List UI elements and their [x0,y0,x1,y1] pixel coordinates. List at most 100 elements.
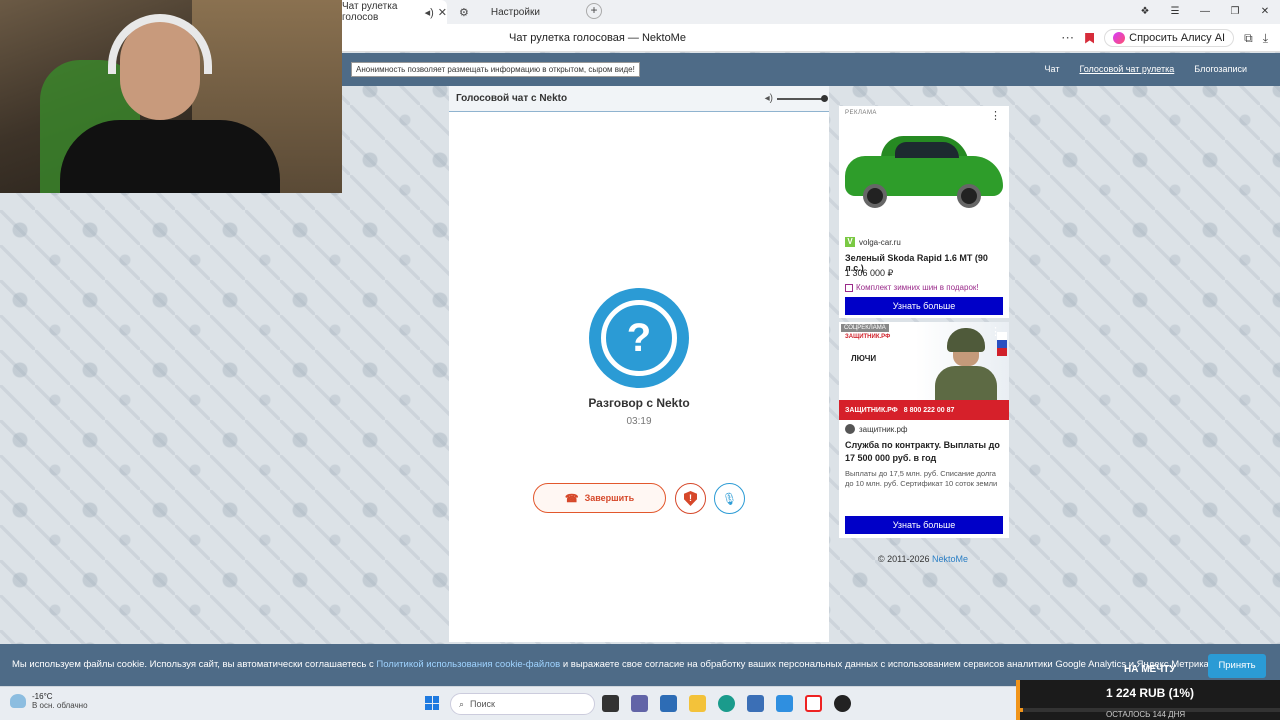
teams-icon[interactable] [631,695,648,712]
yandex-browser-icon[interactable] [805,695,822,712]
volume-slider-knob[interactable] [821,94,828,102]
end-call-label: Завершить [584,493,635,503]
taskbar-search[interactable]: ⌕ Поиск [450,693,595,715]
bookmarks-icon[interactable]: ☰ [1160,0,1190,24]
ask-alisa-button[interactable]: Спросить Алису AI [1104,29,1235,47]
ad-source-label: защитник.рф [859,424,908,434]
cloud-icon [10,694,26,708]
gear-icon: ⚙ [459,6,469,19]
strip-brand: ЗАЩИТНИК.РФ [845,406,898,414]
ad-promo-label: Комплект зимних шин в подарок! [856,283,979,292]
close-window-icon[interactable]: ✕ [1250,0,1280,24]
partner-avatar: ? [589,288,689,388]
ad-source: V volga-car.ru [845,237,901,247]
ad-brand-small: ЗАЩИТНИК.РФ [845,334,891,340]
donation-progress-fill [1020,708,1023,712]
minimize-icon[interactable]: — [1190,0,1220,24]
chat-header: Голосовой чат с Nekto ◂) [449,86,829,112]
alisa-icon [1113,32,1126,44]
bookmark-icon[interactable] [1085,32,1095,44]
cookie-text-after: и выражаете свое согласие на обработку в… [562,659,1212,670]
copyright-text: © 2011-2026 [878,554,930,564]
banner-word: ЛЮЧИ [851,354,877,363]
monitor-app-icon[interactable] [747,695,764,712]
ad-social[interactable]: СОЦРЕКЛАМА ЗАЩИТНИК.РФ ЛЮЧИ ЗАЩИТНИК.РФ … [839,322,1009,538]
accept-cookies-button[interactable]: Принять [1208,654,1266,678]
taskbar-search-placeholder: Поиск [470,699,495,709]
talk-timer: 03:19 [626,416,652,427]
tab-settings-label: Настройки [490,6,540,18]
arrow-circle-icon [845,424,855,434]
hang-up-icon: ☎ [564,492,579,505]
voice-chat-panel: Голосовой чат с Nekto ◂) ? Разговор с Ne… [449,86,829,642]
donation-widget: НА МЕЧТУ 1 224 RUB (1%) ОСТАЛОСЬ 144 ДНЯ [1016,664,1280,720]
ad-banner: СОЦРЕКЛАМА ЗАЩИТНИК.РФ ЛЮЧИ ЗАЩИТНИК.РФ … [839,322,1009,420]
ad-car[interactable]: РЕКЛАМА ⋮ V volga-car.ru Зеленый Skoda R… [839,106,1009,318]
nektome-link[interactable]: NektoMe [932,554,968,564]
nav-chat[interactable]: Чат [1045,64,1060,74]
taskbar-apps [602,695,851,712]
volume-slider[interactable] [777,94,828,102]
shield-icon: ! [684,491,697,506]
microphone-button[interactable]: 🎙︎ [714,483,745,514]
ad-description: Выплаты до 17,5 млн. руб. Списание долга… [845,469,998,488]
more-dots-icon[interactable]: ⋯ [1061,30,1075,46]
ad-menu-icon[interactable]: ⋮ [990,325,1001,338]
weather-temperature: -16°C [32,692,53,701]
question-mark-icon: ? [601,300,677,376]
tab-active[interactable]: Чат рулетка голосов ◂) ✕ [342,0,447,24]
store-icon[interactable] [660,695,677,712]
cookie-text-before: Мы используем файлы cookie. Используя са… [12,659,374,670]
microphone-icon: 🎙︎ [721,491,738,506]
webcam-overlay [0,0,342,193]
close-tab-icon[interactable]: ✕ [438,6,447,19]
ask-alisa-label: Спросить Алису AI [1129,32,1226,44]
car-wheel-rear [957,184,981,208]
social-ad-label: СОЦРЕКЛАМА [841,324,889,332]
download-icon[interactable]: ⤓ [1263,31,1268,46]
ad-source-label: volga-car.ru [859,237,901,247]
folder-icon[interactable] [689,695,706,712]
chat-header-title: Голосовой чат с Nekto [456,93,568,104]
tab-settings[interactable]: ⚙ Настройки [455,0,575,24]
ad-menu-icon[interactable]: ⋮ [990,109,1001,122]
volume-control[interactable]: ◂) [765,93,828,104]
nav-blog[interactable]: Блогозаписи [1194,64,1247,74]
task-view-icon[interactable] [602,695,619,712]
volume-icon[interactable]: ◂) [765,93,773,104]
report-button[interactable]: ! [675,483,706,514]
webcam-person-body [60,120,280,193]
ad-title: Служба по контракту. Выплаты до 17 500 0… [845,440,1000,463]
maximize-icon[interactable]: ❐ [1220,0,1250,24]
speaker-icon: ◂) [424,6,434,19]
extension-icon[interactable]: ❖ [1130,0,1160,24]
gift-icon [845,283,853,292]
donation-amount: 1 224 RUB (1%) [1105,686,1195,700]
car-image [845,128,1003,216]
edge-icon[interactable] [718,695,735,712]
learn-more-button[interactable]: Узнать больше [845,297,1003,315]
tab-active-label: Чат рулетка голосов [342,1,398,23]
donation-goal: НА МЕЧТУ [1124,664,1176,675]
ad-source: защитник.рф [845,424,907,434]
obs-icon[interactable] [834,695,851,712]
end-call-button[interactable]: ☎ Завершить [533,483,666,513]
new-tab-button[interactable]: + [586,3,602,19]
learn-more-button[interactable]: Узнать больше [845,516,1003,534]
copyright: © 2011-2026 NektoMe [878,554,968,564]
windows-start-icon[interactable] [425,696,439,710]
weather-widget[interactable]: -16°C В осн. облачно [10,692,88,710]
nav-voice-roulette[interactable]: Голосовой чат рулетка [1079,64,1174,74]
soldier-image [931,328,1001,410]
cookie-policy-link[interactable]: Политикой использования cookie-файлов [376,659,560,670]
car-window [895,142,959,158]
volga-logo-icon: V [845,237,855,247]
chat-app-icon[interactable] [776,695,793,712]
ad-promo: Комплект зимних шин в подарок! [845,283,979,292]
ad-red-strip: ЗАЩИТНИК.РФ 8 800 222 00 87 [839,400,1009,420]
site-header: Анонимность позволяет размещать информац… [342,53,1280,86]
address-bar: Чат рулетка голосовая — NektoMe ⋯ Спроси… [342,24,1280,52]
site-nav: Чат Голосовой чат рулетка Блогозаписи [1045,64,1247,74]
share-icon[interactable]: ⧉ [1244,31,1253,46]
page-title: Чат рулетка голосовая — NektoMe [509,32,686,44]
